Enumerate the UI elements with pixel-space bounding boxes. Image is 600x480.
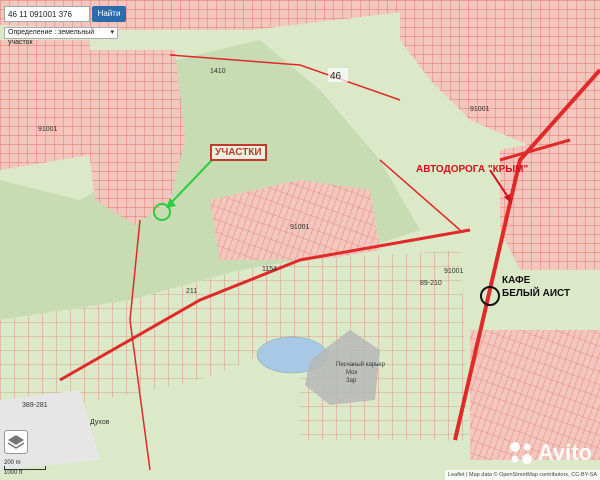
layers-icon [7, 435, 25, 449]
parcel-block-uchastki [80, 50, 185, 225]
layers-button[interactable] [4, 430, 28, 454]
scale-bar: 200 m 1000 ft [4, 460, 46, 476]
parcel-number: 91001 [38, 126, 58, 133]
label-quarry-sub: Мох [346, 370, 358, 376]
avito-watermark: Avito [508, 440, 592, 466]
parcel-block-east [500, 130, 600, 270]
label-plots: УЧАСТКИ [210, 144, 267, 161]
chevron-down-icon: ▾ [110, 29, 114, 36]
parcel-number: 389-281 [22, 402, 48, 409]
parcel-number: 91001 [470, 106, 490, 113]
search-bar: 46 11 091001 376 Найти [4, 4, 130, 24]
label-quarry-sub2: Зар [346, 378, 357, 384]
map-canvas[interactable]: 46 11 091001 376 Найти Определение : зем… [0, 0, 600, 480]
avito-wordmark: Avito [537, 440, 592, 465]
parcel-number: 1154 [262, 266, 278, 273]
label-block-46: 46 [330, 71, 342, 82]
scale-bottom: 1000 ft [4, 470, 23, 476]
label-cafe-line2: БЕЛЫЙ АИСТ [502, 288, 571, 299]
parcel-number: 91001 [290, 224, 310, 231]
parcel-block-fields [300, 250, 470, 440]
label-quarry: Песчаный карьер [336, 362, 385, 368]
avito-logo-icon [509, 442, 532, 464]
map-attribution[interactable]: Leaflet | Map data © OpenStreetMap contr… [445, 470, 600, 480]
map-layer [0, 0, 600, 480]
parcel-number: 91001 [444, 268, 464, 275]
label-cafe-line1: КАФЕ [502, 275, 531, 286]
cadastre-search-input[interactable]: 46 11 091001 376 [4, 6, 90, 22]
search-button[interactable]: Найти [92, 6, 126, 22]
layer-select[interactable]: Определение : земельный участок ▾ [4, 27, 118, 46]
parcel-number: 89-210 [420, 280, 442, 287]
label-village: Духов [90, 419, 110, 426]
label-highway: АВТОДОРОГА "КРЫМ" [416, 164, 529, 175]
parcel-number: 211 [186, 288, 198, 295]
parcel-number: 1410 [210, 68, 226, 75]
label-cafe: КАФЕ БЕЛЫЙ АИСТ [502, 274, 570, 300]
